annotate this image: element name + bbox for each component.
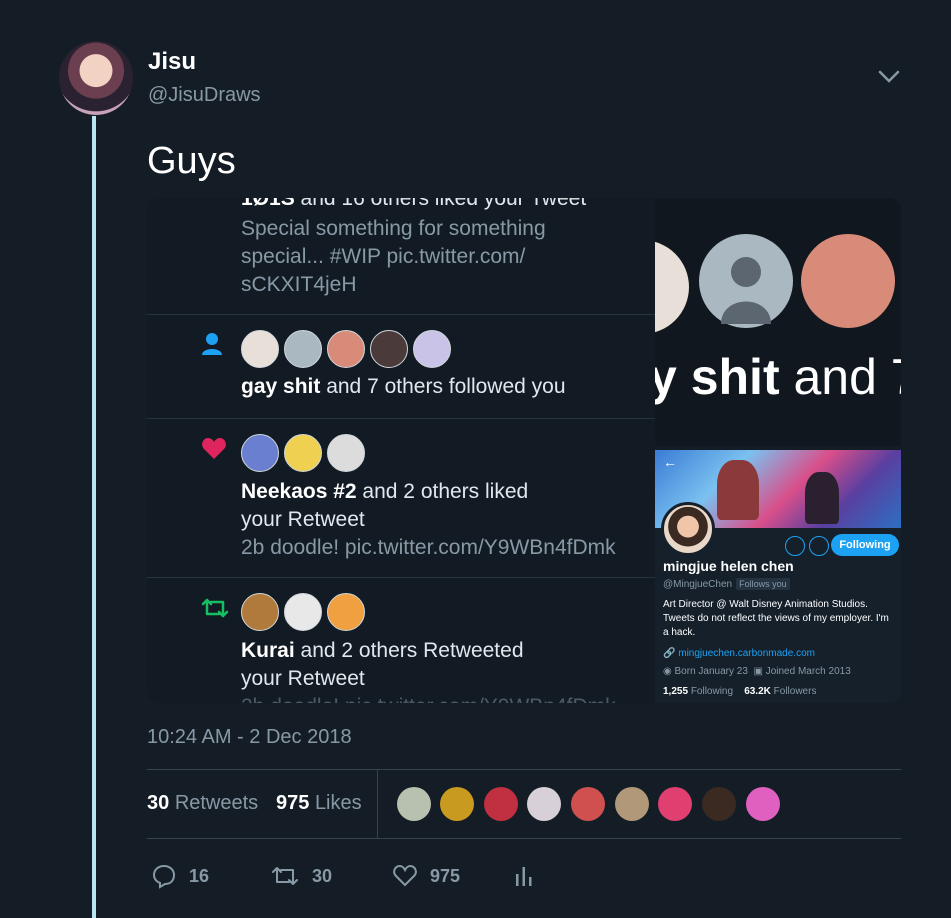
banner-figure <box>717 460 759 520</box>
avatar <box>284 330 322 368</box>
retweets-stat[interactable]: 30 Retweets <box>147 792 258 815</box>
tweet-text: Guys <box>147 140 236 182</box>
liker-avatar[interactable] <box>484 787 518 821</box>
reply-button[interactable]: 16 <box>151 862 209 890</box>
list-item: Kurai and 2 others Retweeted your Retwee… <box>147 578 655 703</box>
reply-icon <box>152 864 176 889</box>
divider <box>377 770 378 838</box>
chevron-down-icon[interactable] <box>876 66 902 88</box>
liker-avatar[interactable] <box>440 787 474 821</box>
notification-subtext: special... #WIP pic.twitter.com/ <box>241 245 526 268</box>
list-item: gay shit and 7 others followed you <box>147 315 655 419</box>
liker-avatar[interactable] <box>658 787 692 821</box>
zoomed-follow-crop: y shit and 7 <box>655 198 901 446</box>
avatar <box>655 240 689 334</box>
notification-subtext: Special something for something <box>241 217 546 240</box>
profile-counts: 1,255 Following 63.2K Followers <box>663 686 817 697</box>
liker-avatar[interactable] <box>615 787 649 821</box>
notification-text: Kurai and 2 others Retweeted <box>241 639 524 662</box>
heart-icon <box>393 864 417 887</box>
avatar <box>241 434 279 472</box>
retweet-icon <box>272 867 298 885</box>
avatar <box>241 330 279 368</box>
thread-line <box>92 116 96 918</box>
following-button: Following <box>831 534 899 556</box>
avatar <box>327 330 365 368</box>
notification-subtext: sCKXIT4jeH <box>241 273 357 296</box>
like-button[interactable]: 975 <box>392 862 460 890</box>
retweet-count: 30 <box>312 865 333 886</box>
notification-text: your Retweet <box>241 508 365 531</box>
notification-subtext: 2b doodle! pic.twitter.com/Y9WBn4fDmk <box>241 693 616 703</box>
birthday-icon: ◉ <box>663 666 675 677</box>
heart-icon <box>202 438 226 459</box>
profile-bio: Art Director @ Walt Disney Animation Stu… <box>663 599 889 638</box>
person-icon <box>202 333 222 355</box>
avatar <box>241 593 279 631</box>
divider <box>147 769 901 770</box>
avatar <box>413 330 451 368</box>
link-icon: 🔗 <box>663 648 679 659</box>
analytics-icon <box>516 867 532 886</box>
avatar <box>284 434 322 472</box>
liker-avatar[interactable] <box>702 787 736 821</box>
calendar-icon: ▣ <box>753 666 766 677</box>
banner-figure <box>805 472 839 524</box>
like-count: 975 <box>430 865 461 886</box>
back-arrow-icon: ← <box>663 454 677 470</box>
analytics-button[interactable] <box>514 862 534 890</box>
attached-screenshot[interactable]: 1Ø1S and 16 others liked your Tweet Spec… <box>147 198 901 703</box>
message-icon <box>785 536 805 556</box>
notification-text: Neekaos #2 and 2 others liked <box>241 480 529 503</box>
profile-handle: @MingjueChen Follows you <box>663 578 790 590</box>
profile-meta: ◉ Born January 23 ▣ Joined March 2013 <box>663 666 851 677</box>
likes-stat[interactable]: 975 Likes <box>276 792 362 815</box>
divider <box>147 838 901 839</box>
avatar <box>284 593 322 631</box>
notifications-screenshot: 1Ø1S and 16 others liked your Tweet Spec… <box>147 198 655 703</box>
author-display-name[interactable]: Jisu <box>148 48 196 76</box>
avatar <box>699 234 793 328</box>
follows-you-badge: Follows you <box>736 578 790 590</box>
profile-name: mingjue helen chen <box>663 558 794 574</box>
reply-count: 16 <box>189 865 210 886</box>
zoomed-text: y shit and 7 <box>655 349 901 405</box>
author-handle[interactable]: @JisuDraws <box>148 84 261 107</box>
notification-text: gay shit and 7 others followed you <box>241 375 566 398</box>
default-profile-icon <box>721 257 771 324</box>
zoomed-panel: y shit and 7 ← Following mingjue helen c… <box>655 198 901 703</box>
liker-avatar[interactable] <box>571 787 605 821</box>
liker-avatar[interactable] <box>397 787 431 821</box>
avatar <box>370 330 408 368</box>
liker-avatar[interactable] <box>527 787 561 821</box>
notification-text: your Retweet <box>241 667 365 690</box>
avatar <box>327 434 365 472</box>
tweet-timestamp[interactable]: 10:24 AM - 2 Dec 2018 <box>147 726 352 749</box>
liker-avatar[interactable] <box>746 787 780 821</box>
avatar <box>327 593 365 631</box>
retweet-icon <box>201 598 229 618</box>
avatar <box>801 234 895 328</box>
profile-link: 🔗 mingjuechen.carbonmade.com <box>663 648 815 659</box>
list-item: Neekaos #2 and 2 others liked your Retwe… <box>147 419 655 578</box>
list-item: 1Ø1S and 16 others liked your Tweet Spec… <box>147 198 655 315</box>
profile-avatar <box>661 502 715 556</box>
author-avatar[interactable] <box>59 41 133 115</box>
retweet-button[interactable]: 30 <box>270 862 332 890</box>
notification-text: 1Ø1S and 16 others liked your Tweet <box>241 198 587 210</box>
notification-subtext: 2b doodle! pic.twitter.com/Y9WBn4fDmk <box>241 536 616 559</box>
notifications-icon <box>809 536 829 556</box>
profile-card: ← Following mingjue helen chen @MingjueC… <box>655 450 901 703</box>
